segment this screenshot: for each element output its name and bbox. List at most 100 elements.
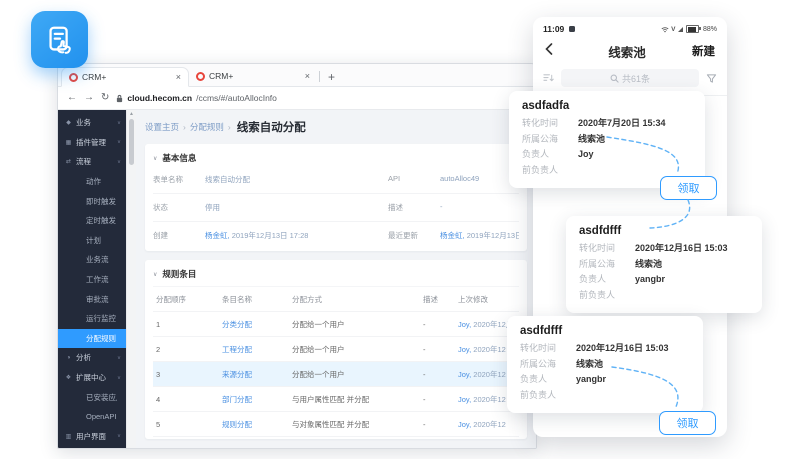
- rule-link[interactable]: 部门分配: [222, 395, 252, 404]
- sidebar-item[interactable]: ◆ 业务 ∨: [58, 113, 126, 133]
- admin-sidebar: ◆ 业务 ∨ ▦ 插件管理 ∨ ⇄ 流程 ∨ 动: [58, 110, 126, 448]
- admin-main: 设置主页 › 分配规则 › 线索自动分配 ∨ 基本信息 表单名称: [136, 110, 536, 448]
- status-time: 11:09: [543, 24, 564, 34]
- search-input[interactable]: 共61条: [561, 69, 699, 87]
- user-link[interactable]: Joy,: [458, 320, 471, 329]
- col-header-method: 分配方式: [292, 294, 423, 305]
- sidebar-item-label: 定时触发: [86, 215, 116, 226]
- table-row[interactable]: 5 规则分配 与对象属性匹配 并分配 - Joy, 2020年12: [153, 412, 519, 437]
- lead-field-value: 线索池: [635, 257, 662, 273]
- sidebar-item-label: 流程: [76, 156, 91, 167]
- user-link[interactable]: Joy,: [458, 345, 471, 354]
- sidebar-item[interactable]: OpenAPI: [58, 407, 126, 427]
- tab-close-icon[interactable]: ×: [176, 73, 181, 82]
- scrollbar-thumb[interactable]: [129, 119, 134, 165]
- browser-tab-inactive[interactable]: CRM+ ×: [189, 66, 317, 86]
- lead-title: asdfdfff: [579, 225, 749, 237]
- sidebar-item[interactable]: 审批流: [58, 289, 126, 309]
- table-row[interactable]: 1 分类分配 分配给一个用户 - Joy, 2020年12月24日 11:: [153, 312, 519, 337]
- sidebar-item[interactable]: ▥ 用户界面 ∨: [58, 427, 126, 447]
- lead-fields: 转化时间 2020年12月16日 15:03 所属公海 线索池 负责人 yang…: [579, 241, 749, 303]
- breadcrumb-link-settings-home[interactable]: 设置主页: [145, 121, 179, 133]
- url-box[interactable]: cloud.hecom.cn/ccms/#/autoAllocInfo: [116, 93, 277, 103]
- lead-field-value: 2020年12月16日 15:03: [576, 341, 669, 357]
- sidebar-item-label: OpenAPI: [86, 412, 116, 421]
- col-header-modified: 上次修改: [458, 294, 519, 305]
- rule-items-header[interactable]: ∨ 规则条目: [153, 268, 519, 280]
- app-icon[interactable]: [31, 11, 88, 68]
- lead-card[interactable]: asdfadfa 转化时间 2020年7月20日 15:34 所属公海 线索池 …: [509, 91, 705, 188]
- sidebar-scrollbar[interactable]: ▲: [126, 110, 136, 448]
- lead-field-row: 转化时间 2020年12月16日 15:03: [579, 241, 749, 257]
- table-row[interactable]: 3 来源分配 分配给一个用户 - Joy, 2020年12: [153, 362, 519, 387]
- cell-method: 与对象属性匹配 并分配: [292, 419, 423, 430]
- lead-field-row: 负责人 yangbr: [579, 272, 749, 288]
- sidebar-item[interactable]: 定时触发: [58, 211, 126, 231]
- sidebar-item-icon: ❖: [65, 374, 72, 381]
- sidebar-item[interactable]: 即时触发: [58, 191, 126, 211]
- table-row[interactable]: 2 工程分配 分配给一个用户 - Joy, 2020年12: [153, 337, 519, 362]
- claim-button[interactable]: 领取: [660, 176, 717, 200]
- breadcrumb: 设置主页 › 分配规则 › 线索自动分配: [145, 119, 527, 135]
- lead-card[interactable]: asdfdfff 转化时间 2020年12月16日 15:03 所属公海 线索池…: [566, 216, 762, 313]
- rule-link[interactable]: 来源分配: [222, 370, 252, 379]
- lead-field-label: 所属公海: [522, 132, 578, 148]
- url-path: /ccms/#/autoAllocInfo: [196, 93, 277, 103]
- breadcrumb-link-alloc-rules[interactable]: 分配规则: [190, 121, 224, 133]
- sort-icon[interactable]: [543, 73, 554, 83]
- sidebar-item[interactable]: 运行监控: [58, 309, 126, 329]
- sidebar-item[interactable]: 已安装应用: [58, 387, 126, 407]
- wifi-icon: [661, 26, 669, 33]
- new-tab-button[interactable]: +: [328, 71, 335, 83]
- sidebar-item-label: 动作: [86, 176, 101, 187]
- sidebar-item-label: 业务流: [86, 254, 109, 265]
- sidebar-item[interactable]: ▦ 插件管理 ∨: [58, 133, 126, 153]
- lead-field-value: 线索池: [578, 132, 605, 148]
- sidebar-item-icon: ▦: [65, 139, 72, 146]
- scroll-up-arrow-icon[interactable]: ▲: [127, 110, 136, 118]
- cell-order: 3: [153, 370, 222, 379]
- cell-method: 分配给一个用户: [292, 369, 423, 380]
- phone-nav-bar: 线索池 新建: [533, 36, 727, 64]
- forward-icon[interactable]: →: [84, 93, 94, 103]
- basic-info-rows: 表单名称 线索自动分配 API autoAlloc49 状态: [153, 166, 519, 249]
- cell-desc: -: [423, 320, 458, 329]
- user-link[interactable]: 杨金虹,: [205, 231, 230, 240]
- filter-funnel-icon[interactable]: [706, 73, 717, 84]
- browser-tab-active[interactable]: CRM+ ×: [61, 67, 189, 87]
- lead-field-row: 转化时间 2020年7月20日 15:34: [522, 116, 692, 132]
- field-label: 最近更新: [388, 230, 440, 241]
- user-link[interactable]: Joy,: [458, 420, 471, 429]
- basic-info-header[interactable]: ∨ 基本信息: [153, 152, 519, 164]
- sidebar-item[interactable]: 分配规则: [58, 329, 126, 349]
- user-link[interactable]: Joy,: [458, 395, 471, 404]
- lead-card[interactable]: asdfdfff 转化时间 2020年12月16日 15:03 所属公海 线索池…: [507, 316, 703, 413]
- cell-desc: -: [423, 345, 458, 354]
- rule-link[interactable]: 规则分配: [222, 420, 252, 429]
- rule-link[interactable]: 分类分配: [222, 320, 252, 329]
- crm-favicon: [69, 73, 78, 82]
- rule-link[interactable]: 工程分配: [222, 345, 252, 354]
- sidebar-item[interactable]: ⇄ 流程 ∨: [58, 152, 126, 172]
- browser-content: ◆ 业务 ∨ ▦ 插件管理 ∨ ⇄ 流程 ∨ 动: [58, 110, 536, 448]
- back-chevron-icon[interactable]: [545, 42, 565, 60]
- sidebar-item[interactable]: 动作: [58, 172, 126, 192]
- tab-close-icon[interactable]: ×: [305, 72, 310, 81]
- basic-info-panel: ∨ 基本信息 表单名称 线索自动分配 API autoA: [145, 144, 527, 251]
- user-link[interactable]: 杨金虹,: [440, 231, 465, 240]
- table-row[interactable]: 4 部门分配 与用户属性匹配 并分配 - Joy, 2020年12: [153, 387, 519, 412]
- reload-icon[interactable]: ↻: [101, 93, 109, 103]
- sidebar-item-label: 扩展中心: [76, 372, 106, 383]
- lead-field-label: 前负责人: [522, 163, 578, 179]
- sidebar-item[interactable]: 计划: [58, 231, 126, 251]
- sidebar-item[interactable]: 工作流: [58, 270, 126, 290]
- back-icon[interactable]: ←: [67, 93, 77, 103]
- lead-title: asdfadfa: [522, 100, 692, 112]
- user-link[interactable]: Joy,: [458, 370, 471, 379]
- sidebar-item[interactable]: ❖ 扩展中心 ∨: [58, 368, 126, 388]
- screenshot-indicator-icon: [569, 26, 575, 32]
- sidebar-item[interactable]: ◑ 分析 ∨: [58, 348, 126, 368]
- claim-button[interactable]: 领取: [659, 411, 716, 435]
- sidebar-item[interactable]: 业务流: [58, 250, 126, 270]
- new-record-button[interactable]: 新建: [689, 43, 715, 59]
